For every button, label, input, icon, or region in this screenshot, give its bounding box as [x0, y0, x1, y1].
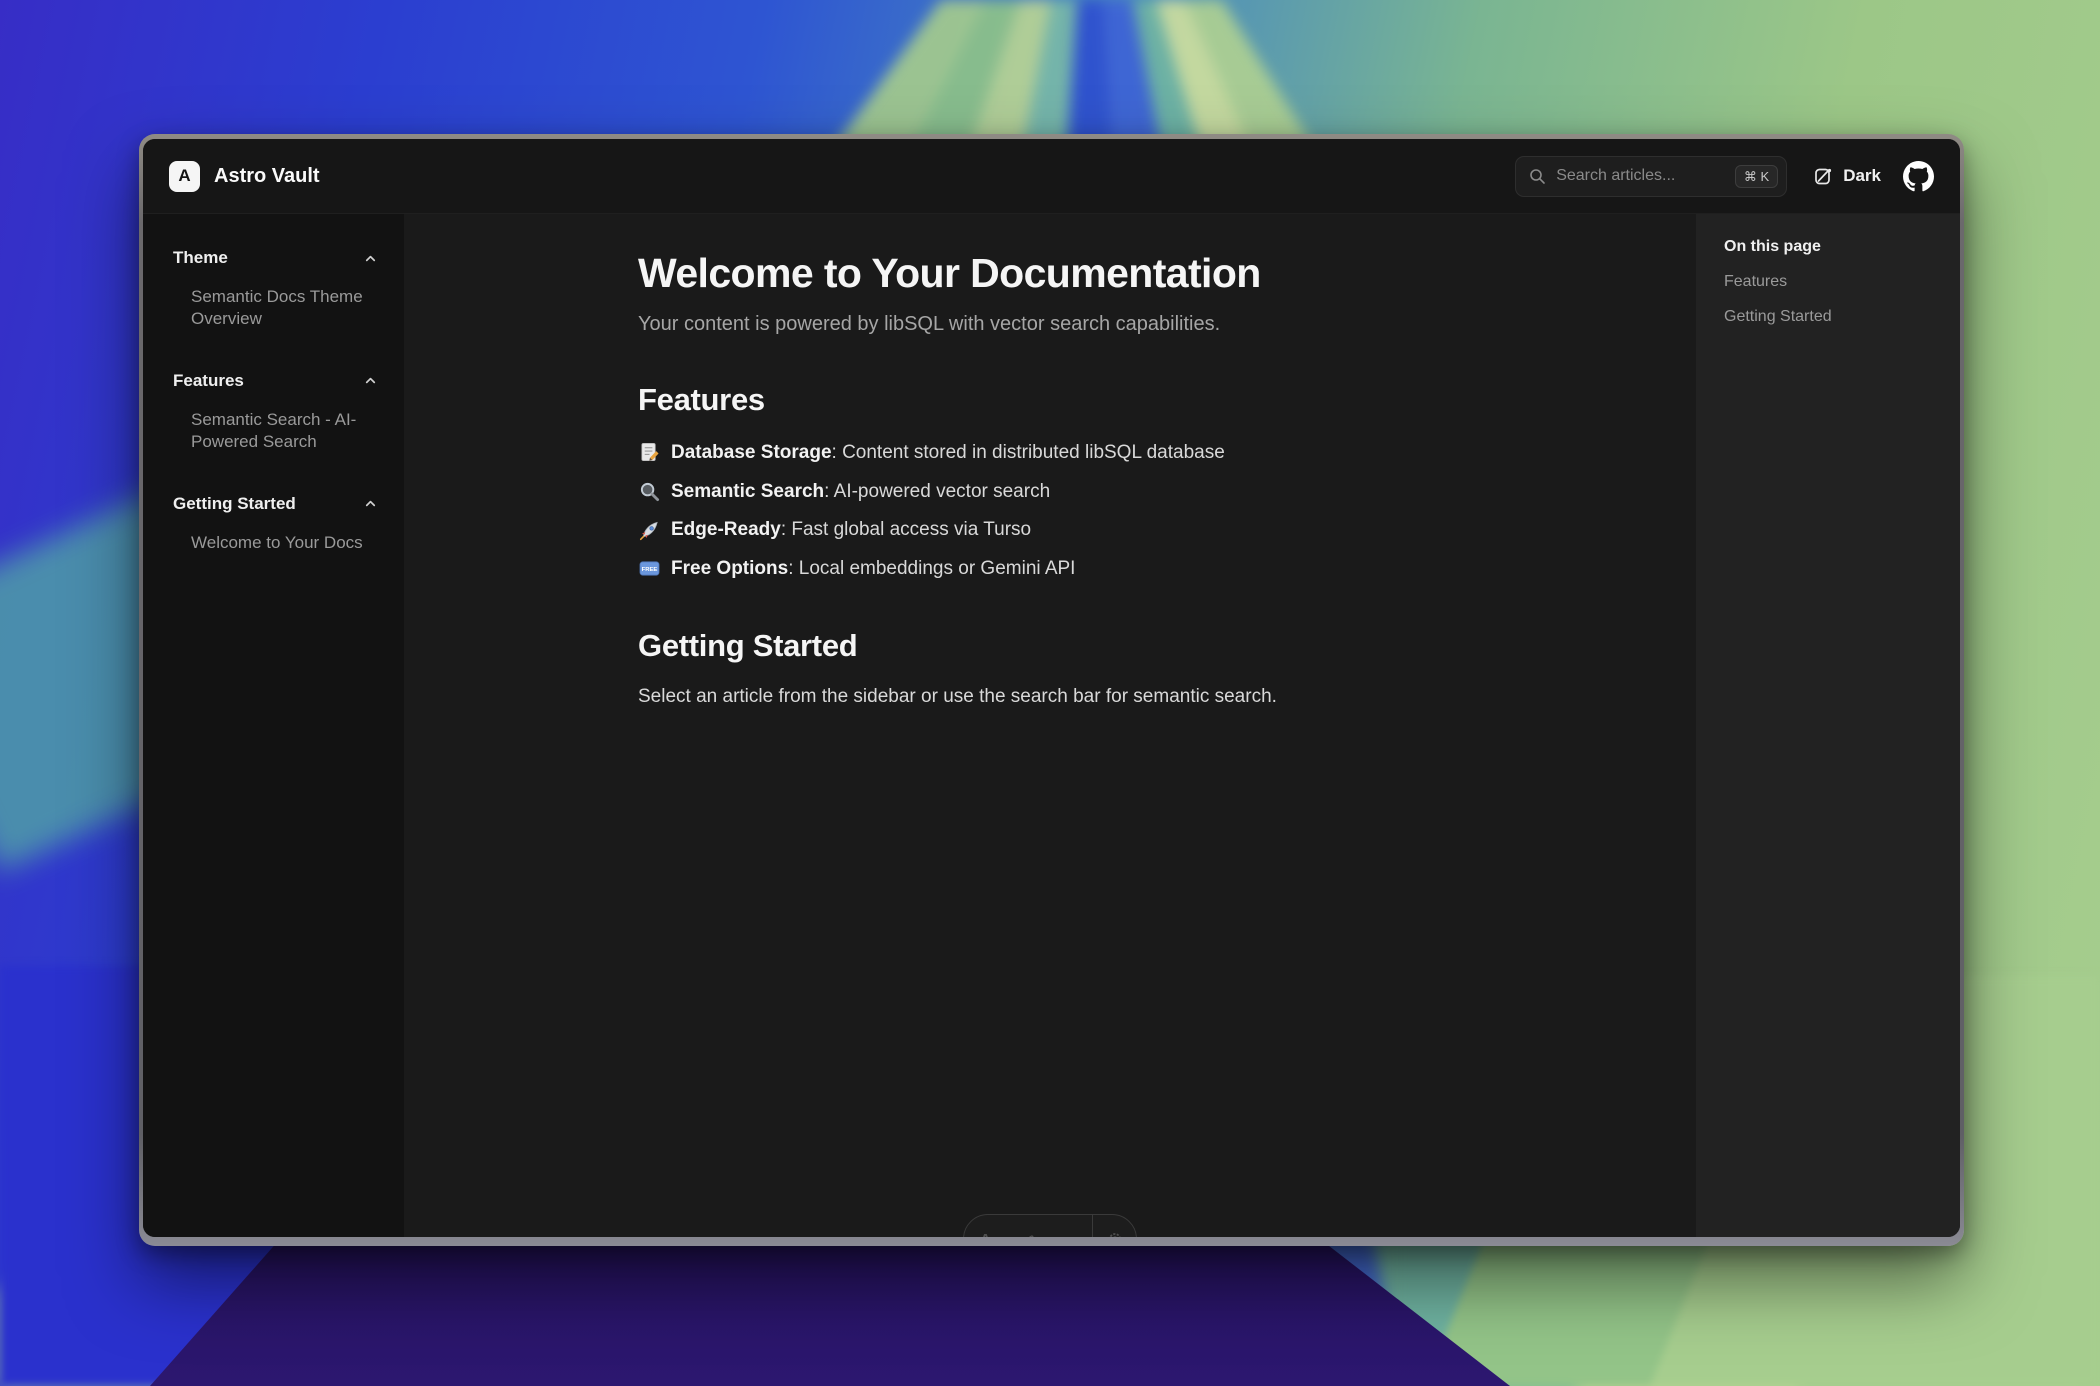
feature-separator: :	[781, 519, 792, 540]
feature-label: Edge-Ready	[671, 519, 781, 540]
app-header: A Astro Vault ⌘ K Dark	[143, 139, 1960, 214]
toc-link-features[interactable]: Features	[1724, 273, 1936, 291]
sidebar-section-title: Features	[173, 371, 244, 391]
sidebar-item-welcome-to-your-docs[interactable]: Welcome to Your Docs	[191, 532, 378, 554]
font-icon: A	[980, 1231, 991, 1238]
feature-separator: :	[788, 558, 799, 579]
settings-button[interactable]	[1093, 1215, 1136, 1237]
sidebar-item-semantic-docs-theme-overview[interactable]: Semantic Docs Theme Overview	[191, 286, 378, 331]
svg-text:FREE: FREE	[641, 567, 657, 573]
app-logo-letter: A	[178, 166, 190, 186]
window-body: Theme Semantic Docs Theme Overview Featu…	[143, 214, 1960, 1237]
feature-text: Content stored in distributed libSQL dat…	[842, 442, 1225, 463]
app-window: A Astro Vault ⌘ K Dark	[143, 139, 1960, 1237]
sidebar-section-theme-header[interactable]: Theme	[173, 248, 378, 268]
sidebar-section-getting-started: Getting Started Welcome to Your Docs	[173, 494, 378, 554]
search-input[interactable]	[1556, 167, 1725, 185]
getting-started-text: Select an article from the sidebar or us…	[638, 686, 1636, 708]
minimize-button[interactable]	[1050, 1215, 1093, 1237]
sidebar-section-theme: Theme Semantic Docs Theme Overview	[173, 248, 378, 331]
sidebar-section-title: Getting Started	[173, 494, 296, 514]
github-link[interactable]	[1903, 161, 1934, 192]
window-frame: A Astro Vault ⌘ K Dark	[139, 134, 1964, 1246]
page-title: Welcome to Your Documentation	[638, 250, 1636, 297]
feature-text: Fast global access via Turso	[791, 519, 1031, 540]
feature-item-edge-ready: Edge-Ready: Fast global access via Turso	[638, 517, 1636, 543]
sidebar-section-title: Theme	[173, 248, 228, 268]
feature-label: Semantic Search	[671, 481, 824, 502]
theme-icon	[1813, 166, 1834, 187]
search-shortcut-badge: ⌘ K	[1735, 165, 1778, 188]
feature-text: Local embeddings or Gemini API	[799, 558, 1076, 579]
settings-icon	[1107, 1231, 1123, 1237]
sidebar-item-semantic-search[interactable]: Semantic Search - AI-Powered Search	[191, 409, 378, 454]
page-subtitle: Your content is powered by libSQL with v…	[638, 313, 1636, 336]
sidebar-section-features: Features Semantic Search - AI-Powered Se…	[173, 371, 378, 454]
theme-toggle-button[interactable]: Dark	[1813, 166, 1881, 187]
feature-label: Free Options	[671, 558, 788, 579]
github-icon	[1903, 161, 1934, 192]
getting-started-heading: Getting Started	[638, 628, 1636, 664]
sidebar-nav: Theme Semantic Docs Theme Overview Featu…	[143, 214, 404, 1237]
features-heading: Features	[638, 382, 1636, 418]
chevron-up-icon	[363, 496, 378, 511]
sidebar-section-getting-started-header[interactable]: Getting Started	[173, 494, 378, 514]
theme-toggle-label: Dark	[1843, 166, 1881, 186]
feature-text: AI-powered vector search	[834, 481, 1051, 502]
memo-icon	[638, 442, 660, 464]
main-content: Welcome to Your Documentation Your conte…	[404, 214, 1696, 1237]
app-title[interactable]: Astro Vault	[214, 165, 320, 188]
font-size-button[interactable]: A	[964, 1215, 1007, 1237]
features-list: Database Storage: Content stored in dist…	[638, 440, 1636, 582]
toc-link-getting-started[interactable]: Getting Started	[1724, 308, 1936, 326]
floating-toolbar: A	[963, 1214, 1137, 1237]
pen-icon	[1020, 1231, 1036, 1237]
feature-separator: :	[832, 442, 843, 463]
feature-label: Database Storage	[671, 442, 832, 463]
feature-item-free-options: FREE Free Options: Local embeddings or G…	[638, 556, 1636, 582]
minus-icon	[1063, 1231, 1079, 1237]
app-logo[interactable]: A	[169, 161, 200, 192]
feature-separator: :	[824, 481, 834, 502]
chevron-up-icon	[363, 251, 378, 266]
feature-item-semantic-search: Semantic Search: AI-powered vector searc…	[638, 479, 1636, 505]
free-icon: FREE	[638, 558, 660, 580]
chevron-up-icon	[363, 373, 378, 388]
search-icon	[1529, 168, 1546, 185]
toc-title: On this page	[1724, 238, 1936, 256]
sidebar-section-features-header[interactable]: Features	[173, 371, 378, 391]
annotate-button[interactable]	[1007, 1215, 1050, 1237]
toc-panel: On this page Features Getting Started	[1696, 214, 1960, 1237]
rocket-icon	[638, 519, 660, 541]
search-box[interactable]: ⌘ K	[1515, 156, 1787, 197]
feature-item-database-storage: Database Storage: Content stored in dist…	[638, 440, 1636, 466]
magnifier-icon	[638, 480, 660, 502]
